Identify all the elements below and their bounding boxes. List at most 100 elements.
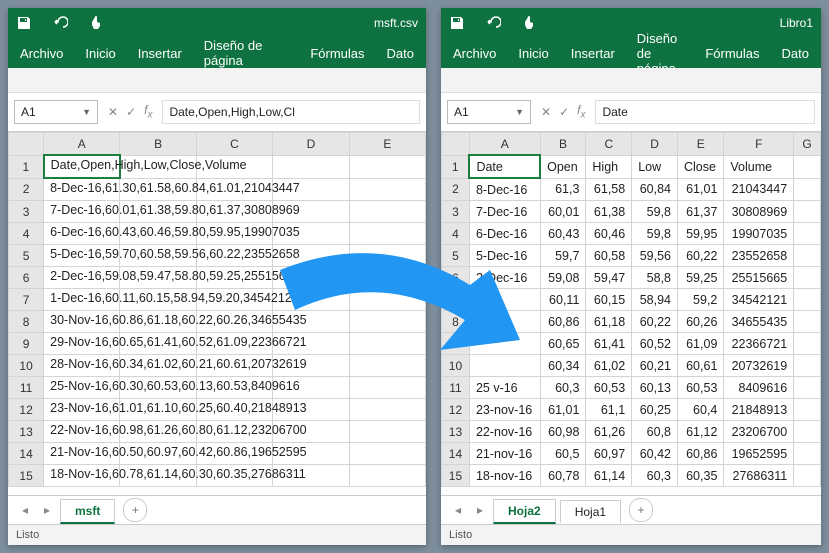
menu-datos[interactable]: Dato — [782, 46, 809, 61]
cell[interactable]: 34542121 — [724, 289, 794, 311]
cell[interactable]: 6-Dec-16,60.43,60.46,59.80,59.95,1990703… — [44, 223, 120, 245]
cell[interactable]: 60,43 — [540, 223, 586, 245]
row-header[interactable]: 13 — [442, 421, 470, 443]
cell[interactable] — [349, 178, 425, 201]
row-header[interactable]: 6 — [9, 267, 44, 289]
tab-nav-next-icon[interactable]: ▸ — [471, 503, 489, 517]
cell[interactable]: 29-Nov-16,60.65,61.41,60.52,61.09,223667… — [44, 333, 120, 355]
cell[interactable] — [794, 267, 821, 289]
cell[interactable]: 60,25 — [632, 399, 678, 421]
cell[interactable]: Date — [469, 155, 540, 178]
cell[interactable]: 61,14 — [586, 465, 632, 487]
sheet-tab-msft[interactable]: msft — [60, 499, 115, 524]
cell[interactable]: 60,21 — [632, 355, 678, 377]
row-header[interactable]: 14 — [9, 443, 44, 465]
row-header[interactable]: 6 — [442, 267, 470, 289]
cell[interactable]: 58,8 — [632, 267, 678, 289]
col-header[interactable]: E — [349, 133, 425, 156]
cell[interactable]: 61,3 — [540, 178, 586, 201]
cell[interactable] — [349, 223, 425, 245]
cell[interactable]: 60,01 — [540, 201, 586, 223]
undo-icon[interactable] — [485, 15, 501, 31]
cell[interactable]: 60,15 — [586, 289, 632, 311]
menu-archivo[interactable]: Archivo — [20, 46, 63, 61]
cell[interactable]: 7-Dec-16 — [469, 201, 540, 223]
row-header[interactable]: 5 — [442, 245, 470, 267]
col-header[interactable]: C — [196, 133, 272, 156]
cell[interactable] — [349, 355, 425, 377]
cell[interactable]: 8-Dec-16,61.30,61.58,60.84,61.01,2104344… — [44, 178, 120, 201]
row-header[interactable]: 5 — [9, 245, 44, 267]
cell[interactable] — [794, 201, 821, 223]
cell[interactable]: 30-Nov-16,60.86,61.18,60.22,60.26,346554… — [44, 311, 120, 333]
cell[interactable]: 22-Nov-16,60.98,61.26,60.80,61.12,232067… — [44, 421, 120, 443]
cell[interactable] — [794, 399, 821, 421]
cell[interactable]: 60,84 — [632, 178, 678, 201]
cell[interactable] — [349, 465, 425, 487]
cell[interactable]: 60,61 — [678, 355, 724, 377]
row-header[interactable]: 2 — [442, 178, 470, 201]
tab-nav-prev-icon[interactable]: ◂ — [449, 503, 467, 517]
cell[interactable]: High — [586, 155, 632, 178]
cell[interactable]: 8-Dec-16 — [469, 178, 540, 201]
name-box[interactable]: A1▼ — [447, 100, 531, 124]
cell[interactable]: 61,1 — [586, 399, 632, 421]
row-header[interactable]: 9 — [442, 333, 470, 355]
fx-icon[interactable]: fx — [144, 103, 152, 120]
cell[interactable] — [469, 311, 540, 333]
cell[interactable] — [469, 355, 540, 377]
cell[interactable]: 59,56 — [632, 245, 678, 267]
cancel-icon[interactable]: ✕ — [541, 105, 551, 119]
save-icon[interactable] — [449, 15, 465, 31]
cell[interactable]: 60,98 — [540, 421, 586, 443]
menu-formulas[interactable]: Fórmulas — [310, 46, 364, 61]
cell[interactable] — [349, 155, 425, 178]
cell[interactable] — [794, 465, 821, 487]
cell[interactable] — [349, 333, 425, 355]
cell[interactable]: 2-Dec-16,59.08,59.47,58.80,59.25,2551566… — [44, 267, 120, 289]
cell[interactable] — [794, 223, 821, 245]
menu-insertar[interactable]: Insertar — [571, 46, 615, 61]
save-icon[interactable] — [16, 15, 32, 31]
cell[interactable]: 60,34 — [540, 355, 586, 377]
cell[interactable]: 58,94 — [632, 289, 678, 311]
row-header[interactable]: 3 — [9, 201, 44, 223]
cell[interactable] — [349, 443, 425, 465]
cell[interactable] — [794, 289, 821, 311]
row-header[interactable]: 7 — [442, 289, 470, 311]
cell[interactable] — [349, 399, 425, 421]
cell[interactable]: 28-Nov-16,60.34,61.02,60.21,60.61,207326… — [44, 355, 120, 377]
cell[interactable]: 61,09 — [678, 333, 724, 355]
row-header[interactable]: 2 — [9, 178, 44, 201]
enter-icon[interactable]: ✓ — [559, 105, 569, 119]
row-header[interactable]: 15 — [9, 465, 44, 487]
row-header[interactable]: 8 — [9, 311, 44, 333]
name-box[interactable]: A1▼ — [14, 100, 98, 124]
add-sheet-button[interactable]: + — [629, 498, 653, 522]
cell[interactable]: 60,46 — [586, 223, 632, 245]
sheet-tab-hoja1[interactable]: Hoja1 — [560, 500, 621, 523]
row-header[interactable]: 7 — [9, 289, 44, 311]
cell[interactable]: 21848913 — [724, 399, 794, 421]
row-header[interactable]: 4 — [9, 223, 44, 245]
row-header[interactable]: 9 — [9, 333, 44, 355]
cell[interactable]: 60,22 — [678, 245, 724, 267]
cell[interactable]: 61,01 — [678, 178, 724, 201]
cell[interactable] — [349, 267, 425, 289]
worksheet-grid[interactable]: ABCDEFG1DateOpenHighLowCloseVolume28-Dec… — [441, 132, 821, 495]
cell[interactable]: 60,4 — [678, 399, 724, 421]
cell[interactable]: 18-Nov-16,60.78,61.14,60.30,60.35,276863… — [44, 465, 120, 487]
cell[interactable]: 30808969 — [724, 201, 794, 223]
cell[interactable]: Volume — [724, 155, 794, 178]
cell[interactable]: 59,8 — [632, 201, 678, 223]
cell[interactable]: 25515665 — [724, 267, 794, 289]
tab-nav-next-icon[interactable]: ▸ — [38, 503, 56, 517]
cell[interactable]: 60,78 — [540, 465, 586, 487]
add-sheet-button[interactable]: + — [123, 498, 147, 522]
sheet-tab-hoja2[interactable]: Hoja2 — [493, 499, 556, 524]
cell[interactable] — [794, 155, 821, 178]
cell[interactable]: 61,37 — [678, 201, 724, 223]
cell[interactable]: 8409616 — [724, 377, 794, 399]
cell[interactable]: 60,53 — [586, 377, 632, 399]
enter-icon[interactable]: ✓ — [126, 105, 136, 119]
